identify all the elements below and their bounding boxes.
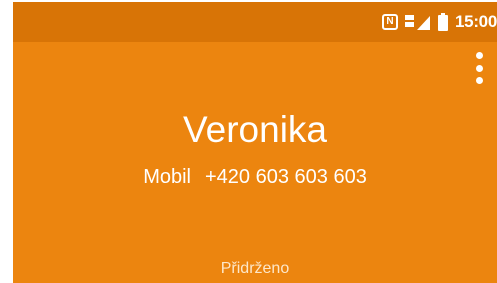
status-clock: 15:00 [455, 12, 497, 31]
overflow-menu-icon[interactable] [475, 52, 483, 84]
nfc-icon: N [382, 14, 399, 30]
phone-number: +420 603 603 603 [204, 166, 367, 188]
contact-number-line: Mobil +420 603 603 603 [13, 164, 497, 190]
number-type-label: Mobil [143, 166, 191, 188]
battery-icon [438, 13, 449, 31]
contact-name: Veronika [183, 109, 327, 150]
in-call-screen: N 15:00 Veronika Mobil +420 603 603 603 … [13, 2, 497, 283]
sim-signal-icon [405, 13, 431, 31]
status-icons: N 15:00 [382, 11, 497, 33]
device-frame: N 15:00 Veronika Mobil +420 603 603 603 … [0, 0, 497, 283]
status-bar: N 15:00 [13, 2, 497, 42]
call-status-label: Přidrženo [220, 260, 290, 277]
